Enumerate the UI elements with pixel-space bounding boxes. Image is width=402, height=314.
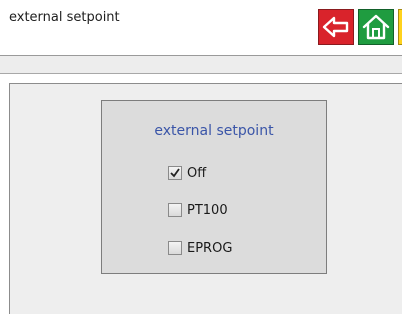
off-checkbox[interactable]: [168, 166, 182, 180]
pt100-checkbox[interactable]: [168, 203, 182, 217]
eprog-checkbox[interactable]: [168, 241, 182, 255]
home-icon: [362, 14, 390, 40]
option-label: EPROG: [187, 241, 233, 256]
content-area: external setpoint Off PT100 EPROG: [9, 83, 402, 314]
header-bar: external setpoint ?: [0, 0, 402, 56]
toolbar-strip: [0, 56, 402, 74]
page-title: external setpoint: [9, 10, 120, 25]
checkmark-icon: [170, 168, 180, 178]
back-button[interactable]: [318, 9, 354, 45]
option-label: Off: [187, 166, 207, 181]
setpoint-panel: external setpoint Off PT100 EPROG: [101, 100, 327, 274]
option-label: PT100: [187, 203, 228, 218]
arrow-left-icon: [322, 16, 349, 38]
help-button[interactable]: ?: [398, 9, 402, 45]
home-button[interactable]: [358, 9, 394, 45]
panel-title: external setpoint: [154, 123, 274, 139]
